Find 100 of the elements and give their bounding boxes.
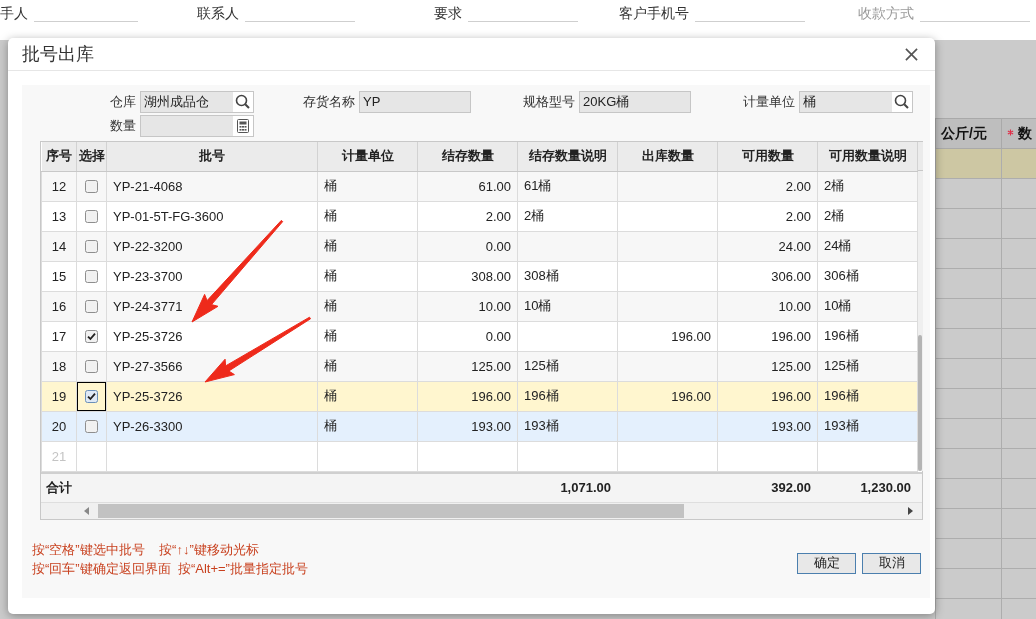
table-cell: 125.00 (417, 351, 518, 381)
table-cell: 10桶 (517, 291, 618, 321)
column-header: 结存数量 (417, 142, 518, 171)
column-header: 计量单位 (317, 142, 418, 171)
search-icon[interactable] (892, 92, 912, 112)
column-header: 可用数量说明 (817, 142, 918, 171)
table-cell: 桶 (317, 201, 418, 231)
table-row[interactable]: 19 YP-25-3726 桶 196.00 196桶 196.00 196.00 196桶 (41, 381, 918, 411)
text-field[interactable]: YP (359, 91, 471, 113)
column-header: 序号 (41, 142, 77, 171)
table-row[interactable]: 18 YP-27-3566 桶 125.00 125桶 125.00 125桶 (41, 351, 918, 381)
table-cell: 10桶 (817, 291, 918, 321)
field-label: 仓库 (109, 93, 137, 111)
table-cell: 桶 (317, 231, 418, 261)
table-cell: YP-25-3726 (106, 381, 318, 411)
checkbox[interactable] (85, 239, 98, 253)
table-cell: 196桶 (817, 321, 918, 351)
field-label: 数量 (109, 117, 137, 135)
field-label: 规格型号 (522, 93, 576, 111)
field-label: 计量单位 (742, 93, 796, 111)
table-cell: 桶 (317, 171, 418, 201)
table-cell: 61.00 (417, 171, 518, 201)
table-cell: 193.00 (717, 411, 818, 441)
table-cell: 桶 (317, 351, 418, 381)
total-cell-text: 1,071.00 (559, 480, 612, 495)
table-cell: 2桶 (517, 201, 618, 231)
checkbox[interactable] (85, 269, 98, 283)
right-arrow-icon[interactable] (907, 506, 913, 515)
row-number: 14 (41, 231, 77, 261)
table-row[interactable]: 12 YP-21-4068 桶 61.00 61桶 2.00 2桶 (41, 171, 918, 201)
checkbox[interactable] (85, 329, 98, 343)
calculator-icon[interactable] (233, 116, 253, 136)
vertical-scrollbar[interactable] (918, 171, 923, 471)
table-cell: 2.00 (717, 201, 818, 231)
row-number: 21 (41, 441, 77, 471)
table-cell: 桶 (317, 261, 418, 291)
checkbox[interactable] (85, 419, 98, 433)
table-row[interactable]: 20 YP-26-3300 桶 193.00 193桶 193.00 193桶 (41, 411, 918, 441)
table-row[interactable]: 13 YP-01-5T-FG-3600 桶 2.00 2桶 2.00 2桶 (41, 201, 918, 231)
left-arrow-icon[interactable] (84, 506, 90, 515)
hint-text: 按“回车”键确定返回界面 按“Alt+=”批量指定批号 (32, 559, 308, 578)
table-cell: 196.00 (717, 321, 818, 351)
table-cell: 桶 (317, 291, 418, 321)
dialog-button[interactable]: 取消 (862, 552, 921, 574)
column-header: 选择 (76, 142, 107, 171)
checkbox[interactable] (85, 389, 98, 403)
row-number: 18 (41, 351, 77, 381)
table-cell: 193.00 (417, 411, 518, 441)
search-icon[interactable] (233, 92, 253, 112)
table-row[interactable]: 17 YP-25-3726 桶 0.00 196.00 196.00 196桶 (41, 321, 918, 351)
table-cell: 196.00 (417, 381, 518, 411)
number-field[interactable] (140, 115, 254, 137)
checkbox[interactable] (85, 299, 98, 313)
table-row[interactable]: 16 YP-24-3771 桶 10.00 10桶 10.00 10桶 (41, 291, 918, 321)
table-cell: 308.00 (417, 261, 518, 291)
lookup-field[interactable]: 湖州成品仓 (140, 91, 254, 113)
checkbox[interactable] (85, 359, 98, 373)
table-cell: YP-21-4068 (106, 171, 318, 201)
text-field[interactable]: 20KG桶 (579, 91, 691, 113)
field-label: 联系人 (197, 4, 239, 22)
table-cell: 桶 (317, 381, 418, 411)
row-number: 12 (41, 171, 77, 201)
table-cell: 193桶 (517, 411, 618, 441)
checkbox[interactable] (85, 209, 98, 223)
table-cell: 306.00 (717, 261, 818, 291)
table-cell: 193桶 (817, 411, 918, 441)
table-cell: 125桶 (517, 351, 618, 381)
table-cell: 196.00 (617, 381, 718, 411)
table-cell: 10.00 (417, 291, 518, 321)
field-label: 要求 (434, 4, 462, 22)
table-row[interactable] (935, 148, 1036, 179)
table-cell: 桶 (317, 411, 418, 441)
table-cell: 2桶 (817, 171, 918, 201)
dialog-button[interactable]: 确定 (797, 552, 856, 574)
row-number: 19 (41, 381, 77, 411)
scrollbar-thumb[interactable] (98, 503, 684, 518)
column-header: 公斤/元 (941, 124, 987, 141)
row-number: 16 (41, 291, 77, 321)
checkbox[interactable] (85, 179, 98, 193)
dialog-title: 批号出库 (22, 43, 94, 66)
table-cell: YP-26-3300 (106, 411, 318, 441)
table-cell: 308桶 (517, 261, 618, 291)
table-cell: 桶 (317, 321, 418, 351)
lookup-field[interactable]: 桶 (799, 91, 913, 113)
table-row[interactable]: 14 YP-22-3200 桶 0.00 24.00 24桶 (41, 231, 918, 261)
table-cell: 196桶 (817, 381, 918, 411)
table-cell: 125桶 (817, 351, 918, 381)
field-label: 收款方式 (858, 4, 914, 22)
total-cell-text: 392.00 (770, 480, 812, 495)
table-cell: 196桶 (517, 381, 618, 411)
field-label: 手人 (0, 4, 28, 22)
scrollbar-thumb[interactable] (918, 335, 922, 471)
total-cell-text: 1,230.00 (859, 480, 912, 495)
field-label: 客户手机号 (619, 4, 689, 22)
column-header: 出库数量 (617, 142, 718, 171)
hint-text: 按“空格”键选中批号 按“↑↓”键移动光标 (32, 540, 260, 559)
close-icon[interactable] (905, 47, 918, 61)
row-number: 20 (41, 411, 77, 441)
table-row[interactable]: 15 YP-23-3700 桶 308.00 308桶 306.00 306桶 (41, 261, 918, 291)
total-label: 合计 (45, 478, 73, 497)
